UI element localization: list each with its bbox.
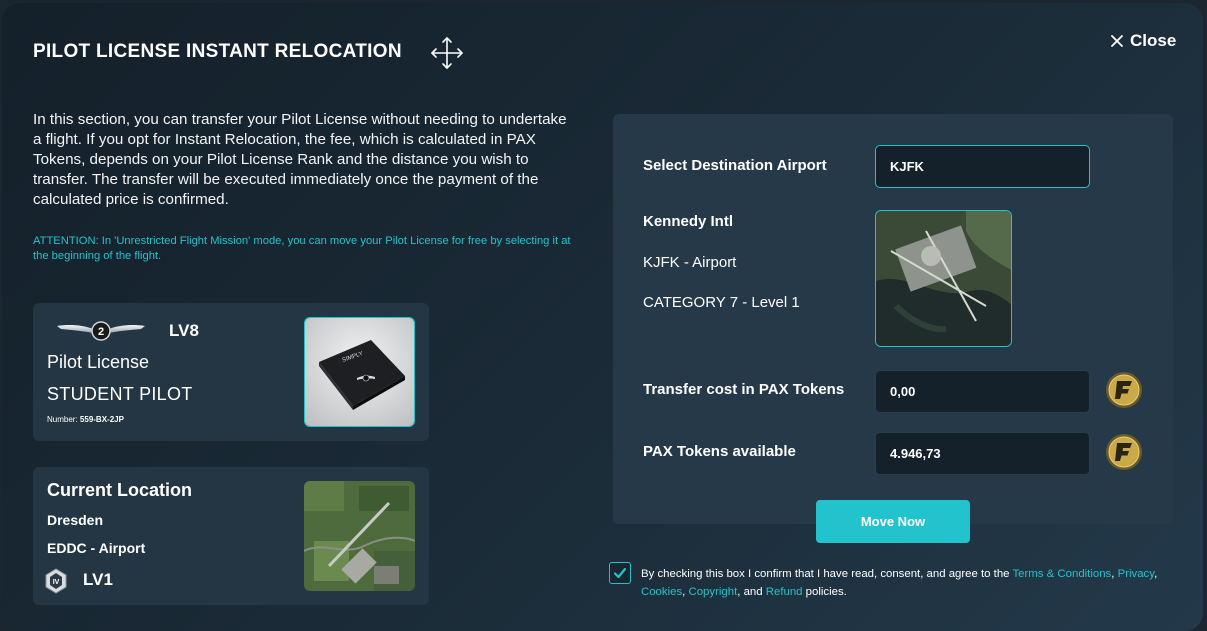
consent-comma-1: , [1111,568,1115,580]
pilot-wings-icon: 2 [57,321,145,341]
pax-token-icon [1106,372,1142,408]
location-airport-code: EDDC - Airport [47,540,146,556]
consent-prefix: By checking this box I confirm that I ha… [641,568,1010,580]
close-button[interactable]: Close [1110,31,1176,51]
destination-panel: Select Destination Airport KJFK Kennedy … [613,114,1173,524]
move-arrows-icon[interactable] [428,34,466,72]
consent-checkbox[interactable] [609,562,631,584]
destination-airport-input[interactable]: KJFK [875,145,1090,188]
airport-category: CATEGORY 7 - Level 1 [643,294,800,311]
current-location-card: Current Location Dresden EDDC - Airport … [33,467,429,605]
intro-text: In this section, you can transfer your P… [33,111,567,208]
location-level: LV1 [83,570,113,589]
relocation-modal: PILOT LICENSE INSTANT RELOCATION Close I… [2,3,1203,631]
pilot-license-card: 2 LV8 Pilot License STUDENT PILOT Number… [33,303,429,441]
destination-select-label: Select Destination Airport [643,157,827,174]
airport-code: KJFK - Airport [643,254,737,271]
consent-suffix: policies. [805,586,847,598]
tokens-available-field: 4.946,73 [875,432,1090,475]
tokens-available-label: PAX Tokens available [643,443,796,460]
license-number-value: 559-BX-2JP [79,415,124,424]
page-title: PILOT LICENSE INSTANT RELOCATION [33,41,402,62]
category-badge-icon: IV [45,568,67,594]
check-icon [613,567,627,579]
license-image: SIMPLY [304,317,415,427]
location-city: Dresden [47,512,104,528]
location-satellite-image [304,481,415,591]
destination-airport-input-value: KJFK [890,159,924,174]
close-icon [1111,35,1123,47]
terms-link[interactable]: Terms & Conditions [1012,568,1111,580]
consent-text: By checking this box I confirm that I ha… [641,565,1181,601]
pax-token-icon [1106,434,1142,470]
attention-note: ATTENTION: In 'Unrestricted Flight Missi… [33,235,571,262]
privacy-link[interactable]: Privacy [1118,568,1155,580]
category-badge-text: IV [53,579,60,586]
tokens-available-value: 4.946,73 [890,446,941,461]
refund-link[interactable]: Refund [766,586,803,598]
consent-comma-2: , [1154,568,1158,580]
license-number-label: Number: [47,415,78,424]
wings-badge-number: 2 [98,326,104,338]
consent-comma-3: , [682,586,686,598]
transfer-cost-value: 0,00 [890,384,916,399]
license-level: LV8 [169,321,199,340]
consent-and: , and [737,586,763,598]
license-number: Number: 559-BX-2JP [47,415,124,424]
license-rank: STUDENT PILOT [47,384,193,404]
destination-satellite-image [875,210,1012,347]
transfer-cost-field: 0,00 [875,370,1090,413]
cookies-link[interactable]: Cookies [641,586,682,598]
license-label: Pilot License [47,352,150,372]
copyright-link[interactable]: Copyright [689,586,738,598]
move-now-button[interactable]: Move Now [816,500,970,543]
location-title: Current Location [47,480,193,500]
airport-name: Kennedy Intl [643,213,734,230]
close-label: Close [1130,31,1177,50]
transfer-cost-label: Transfer cost in PAX Tokens [643,381,845,398]
